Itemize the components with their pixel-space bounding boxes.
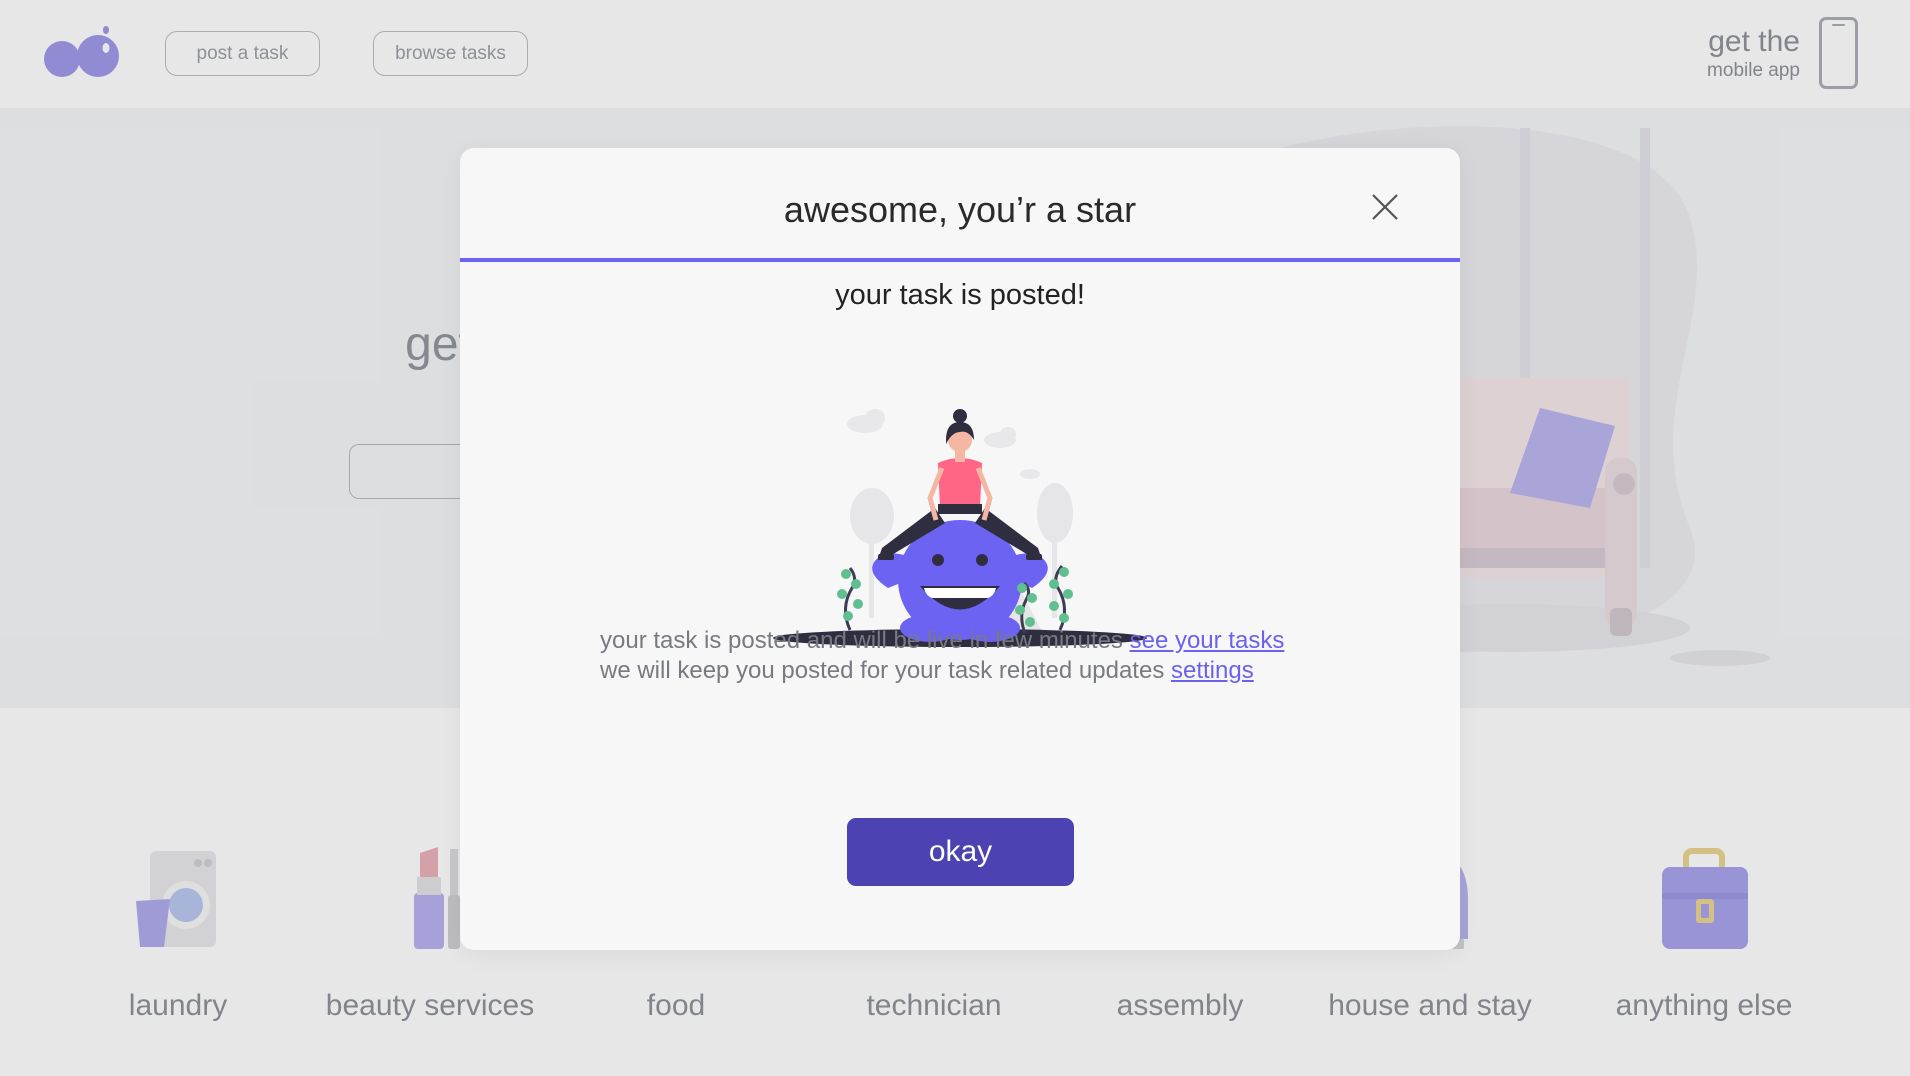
close-button[interactable]: [1360, 182, 1410, 232]
dialog-divider: [460, 258, 1460, 262]
settings-link[interactable]: settings: [1171, 657, 1254, 684]
message-line1: your task is posted and will be live in …: [600, 626, 1360, 656]
see-your-tasks-link[interactable]: see your tasks: [1130, 627, 1285, 654]
okay-button[interactable]: okay: [847, 818, 1074, 886]
dialog-title: awesome, you’r a star: [783, 189, 1137, 230]
dialog-header: awesome, you’r a star: [460, 148, 1460, 261]
message-line1-text: your task is posted and will be live in …: [600, 627, 1123, 654]
message-line2: we will keep you posted for your task re…: [600, 656, 1360, 686]
dialog-message: your task is posted and will be live in …: [600, 626, 1360, 686]
close-icon: [1372, 194, 1398, 220]
task-posted-dialog: awesome, you’r a star your task is poste…: [460, 148, 1460, 950]
message-line2-text: we will keep you posted for your task re…: [600, 657, 1165, 684]
celebration-illustration: [773, 409, 1147, 647]
dialog-subtitle: your task is posted!: [835, 279, 1085, 311]
